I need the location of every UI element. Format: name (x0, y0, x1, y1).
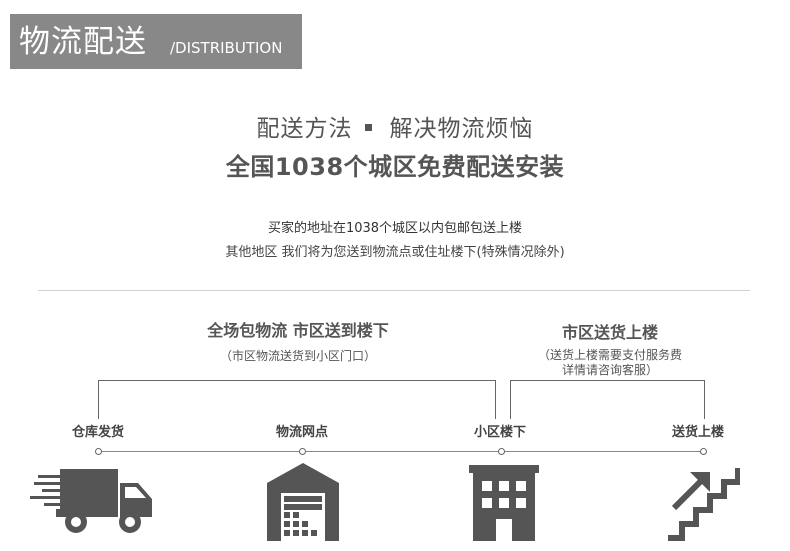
building-icon (469, 465, 539, 541)
timeline-dot (95, 448, 102, 455)
timeline-dot (498, 448, 505, 455)
timeline-dot (299, 448, 306, 455)
section-title: 物流配送 (19, 24, 147, 60)
segment-note-right-2: 详情请咨询客服） (561, 363, 658, 377)
delivery-truck-icon (30, 469, 152, 533)
segment-note-right-1: （送货上楼需要支付服务费 (537, 348, 682, 362)
stage-label-deliver-upstairs: 送货上楼 (671, 425, 724, 440)
delivery-description-1: 买家的地址在1038个城区以内包邮包送上楼 (267, 221, 523, 236)
method-tagline: 解决物流烦恼 (389, 116, 534, 142)
timeline-dot (700, 448, 707, 455)
stairs-up-icon (668, 468, 740, 541)
delivery-description-2: 其他地区 我们将为您送到物流点或住址楼下(特殊情况除外) (225, 245, 565, 260)
square-bullet-icon (364, 124, 372, 131)
stage-label-logistics-point: 物流网点 (275, 425, 328, 440)
warehouse-icon (267, 463, 339, 541)
delivery-timeline (98, 451, 705, 452)
free-delivery-headline: 全国1038个城区免费配送安装 (225, 153, 565, 181)
stage-label-community-downstairs: 小区楼下 (473, 425, 526, 440)
delivery-method-line: 配送方法 解决物流烦恼 (0, 114, 790, 144)
bracket-left (98, 380, 496, 419)
segment-title-left: 全场包物流 市区送到楼下 (207, 321, 389, 340)
method-label: 配送方法 (256, 116, 353, 142)
stage-label-warehouse-dispatch: 仓库发货 (71, 425, 124, 440)
segment-note-left: （市区物流送货到小区门口） (219, 349, 376, 363)
segment-title-right: 市区送货上楼 (561, 323, 658, 342)
section-subtitle: /DISTRIBUTION (170, 39, 283, 57)
bracket-right (510, 380, 705, 419)
divider (38, 290, 750, 291)
